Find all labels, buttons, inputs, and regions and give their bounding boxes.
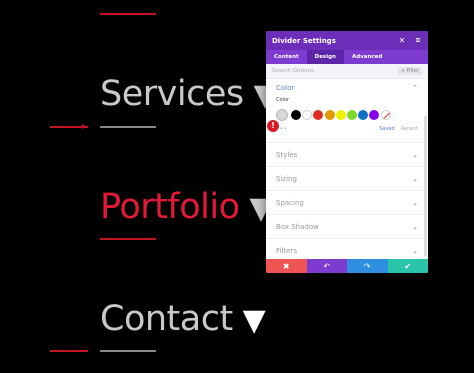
section-sizing[interactable]: Sizing ⌄ <box>266 166 428 190</box>
swatch-black[interactable] <box>291 110 301 120</box>
chevron-down-icon: ⌄ <box>412 150 418 159</box>
swatch-yellow[interactable] <box>335 110 346 120</box>
swatch-none[interactable] <box>380 110 391 120</box>
panel-scrollbar[interactable] <box>424 116 427 256</box>
menu-item-label: Services <box>100 74 244 114</box>
swatch-blue[interactable] <box>358 110 369 120</box>
cancel-button[interactable]: ✖ <box>266 259 307 273</box>
redo-button[interactable]: ↷ <box>347 259 388 273</box>
saved-recent-row: ••• Saved Recent <box>276 124 418 133</box>
divider-settings-panel: Divider Settings ✕ ⧉ Content Design Adva… <box>266 31 428 273</box>
section-spacing[interactable]: Spacing ⌄ <box>266 190 428 214</box>
search-bar: Search Options + Filter <box>266 64 428 79</box>
services-grey-line <box>100 126 156 128</box>
saved-tab[interactable]: Saved <box>379 126 394 132</box>
menu-item-services[interactable]: Services ▼ <box>100 74 277 116</box>
tab-content[interactable]: Content <box>266 50 307 64</box>
close-icon[interactable]: ✕ <box>398 36 406 45</box>
tab-design[interactable]: Design <box>306 50 344 64</box>
panel-title: Divider Settings <box>272 36 336 45</box>
tab-advanced[interactable]: Advanced <box>344 50 390 64</box>
search-input[interactable]: Search Options <box>272 68 398 74</box>
top-red-line <box>100 13 156 15</box>
menu-item-label: Portfolio <box>100 187 240 227</box>
panel-header[interactable]: Divider Settings ✕ ⧉ <box>266 31 428 50</box>
menu-item-portfolio[interactable]: Portfolio ▼ <box>100 187 273 229</box>
swatch-purple[interactable] <box>369 110 380 120</box>
menu-item-contact[interactable]: Contact ▼ <box>100 299 266 341</box>
portfolio-red-line <box>100 238 156 240</box>
services-red-line-arrow <box>82 124 88 129</box>
menu-item-label: Contact <box>100 299 233 339</box>
chevron-down-icon: ⌄ <box>412 246 418 255</box>
chevron-down-icon: ⌄ <box>412 174 418 183</box>
color-section: Color ⌃ Color ••• Saved Recent <box>266 79 428 133</box>
swatch-white[interactable] <box>302 110 313 120</box>
recent-tab[interactable]: Recent <box>401 126 418 132</box>
more-dots-icon[interactable]: ••• <box>276 126 379 132</box>
section-box-shadow[interactable]: Box Shadow ⌄ <box>266 214 428 238</box>
section-label: Box Shadow <box>276 222 319 231</box>
section-label: Filters <box>276 246 297 255</box>
section-label: Sizing <box>276 174 297 183</box>
color-section-title: Color <box>276 84 295 92</box>
triangle-down-icon: ▼ <box>242 303 266 338</box>
expand-icon[interactable]: ⧉ <box>414 37 422 45</box>
save-button[interactable]: ✔ <box>387 259 428 273</box>
color-section-header[interactable]: Color ⌃ <box>276 79 418 97</box>
contact-red-line <box>50 350 88 352</box>
section-styles[interactable]: Styles ⌄ <box>266 142 428 166</box>
swatch-orange[interactable] <box>324 110 335 120</box>
color-picker-swatch[interactable] <box>276 109 288 121</box>
section-label: Styles <box>276 150 298 159</box>
chevron-down-icon: ⌄ <box>412 198 418 207</box>
color-swatches <box>276 109 418 121</box>
filter-button[interactable]: + Filter <box>397 67 422 75</box>
swatch-green[interactable] <box>346 110 357 120</box>
swatch-red[interactable] <box>313 110 324 120</box>
color-field-label: Color <box>276 97 290 103</box>
contact-grey-line <box>100 350 156 352</box>
chevron-down-icon: ⌄ <box>412 222 418 231</box>
chevron-up-icon: ⌃ <box>412 84 418 92</box>
undo-button[interactable]: ↶ <box>306 259 347 273</box>
notification-badge: ! <box>267 120 279 132</box>
panel-footer: ✖ ↶ ↷ ✔ <box>266 259 428 273</box>
panel-tabs: Content Design Advanced <box>266 50 428 64</box>
section-label: Spacing <box>276 198 304 207</box>
